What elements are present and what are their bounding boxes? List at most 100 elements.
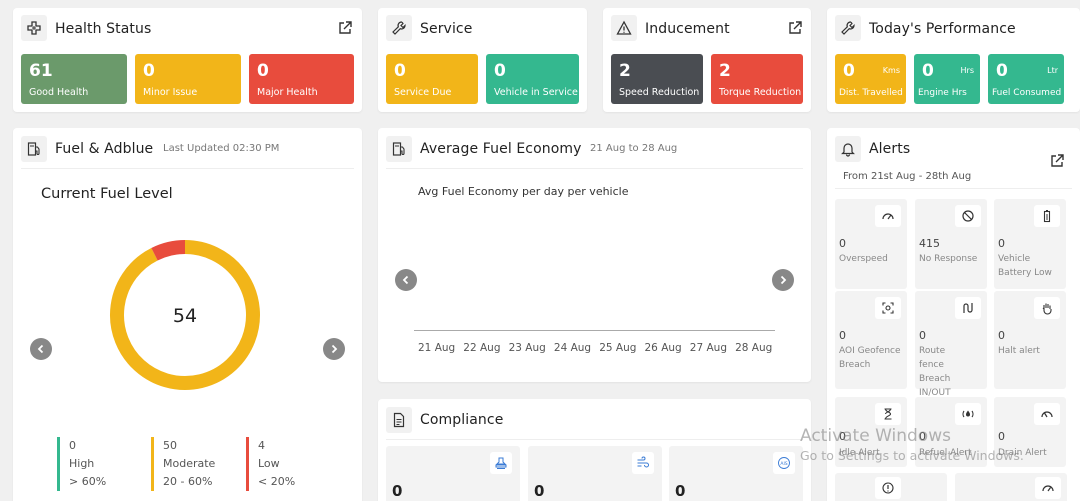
compliance-title: Compliance [420,412,504,428]
prev-arrow-button[interactable] [395,269,417,291]
performance-title: Today's Performance [869,21,1016,37]
torque-reduction-tile[interactable]: 2 Torque Reduction [711,54,803,104]
fuel-economy-title: Average Fuel Economy [420,141,582,157]
alert-aoi-geofence[interactable]: 0 AOI Geofence Breach [835,291,907,389]
prev-arrow-button[interactable] [30,338,52,360]
service-card: Service 0 Service Due 0 Vehicle in Servi… [378,8,587,112]
legend-low: 4 Low < 20% [246,437,295,491]
minor-issue-tile[interactable]: 0 Minor Issue [135,54,241,104]
fuel-economy-range: 21 Aug to 28 Aug [590,143,678,154]
document-icon [386,407,412,433]
service-due-tile[interactable]: 0 Service Due [386,54,478,104]
service-due-value: 0 [394,61,406,81]
fuel-consumed-label: Fuel Consumed [992,88,1062,98]
x-axis-tick-label: 28 Aug [735,342,773,354]
last-updated-text: Last Updated 02:30 PM [163,143,280,154]
fuel-consumed-tile[interactable]: 0 Ltr Fuel Consumed [988,54,1064,104]
health-status-card: Health Status 61 Good Health 0 Minor Iss… [13,8,362,112]
legend-high: 0 High > 60% [57,437,106,491]
x-axis-tick-label: 24 Aug [553,342,592,354]
major-health-label: Major Health [257,87,318,98]
torque-reduction-value: 2 [719,61,731,81]
wrench-icon [835,15,861,41]
donut-center-value: 54 [173,305,197,327]
distance-unit: Kms [882,66,900,75]
legend-moderate-count: 50 [163,439,177,452]
alert-halt[interactable]: 0 Halt alert [994,291,1066,389]
alert-battery-low[interactable]: 0 Vehicle Battery Low [994,199,1066,289]
emission-icon [632,452,654,474]
good-health-value: 61 [29,61,53,81]
engine-hours-tile[interactable]: 0 Hrs Engine Hrs [914,54,980,104]
next-arrow-button[interactable] [323,338,345,360]
vehicle-in-service-tile[interactable]: 0 Vehicle in Service [486,54,579,104]
alert-circle-icon [875,477,901,499]
alert-value: 415 [919,237,940,250]
speed-reduction-tile[interactable]: 2 Speed Reduction [611,54,703,104]
compliance-ais-value: 0 [675,482,686,500]
alert-label: Vehicle Battery Low [998,254,1052,278]
alerts-title: Alerts [869,141,911,157]
legend-high-count: 0 [69,439,76,452]
alert-tile-partial[interactable] [955,473,1067,501]
alert-label: Overspeed [839,254,888,264]
economy-chart-title: Avg Fuel Economy per day per vehicle [418,185,629,198]
legend-high-range: > 60% [69,475,107,488]
alert-tile-partial[interactable] [835,473,947,501]
bell-icon [835,136,861,162]
x-axis-tick-label: 25 Aug [599,342,637,354]
fuel-economy-card: Average Fuel Economy 21 Aug to 28 Aug Av… [378,128,811,382]
watermark-line-2: Go to Settings to activate Windows. [800,448,1024,463]
activate-windows-watermark: Activate Windows Go to Settings to activ… [800,426,1024,463]
distance-label: Dist. Travelled [839,88,903,98]
fuel-consumed-value: 0 [996,61,1008,81]
fuel-consumed-unit: Ltr [1047,66,1058,75]
service-due-label: Service Due [394,87,452,98]
compliance-card: Compliance 0 0 AIS 0 [378,399,811,501]
x-axis-tick-label: 22 Aug [463,342,501,354]
fuel-adblue-card: Fuel & Adblue Last Updated 02:30 PM Curr… [13,128,362,501]
compliance-stamp-value: 0 [392,482,403,500]
battery-icon [1034,205,1060,227]
hourglass-icon [875,403,901,425]
engine-hours-label: Engine Hrs [918,88,967,98]
speed-reduction-label: Speed Reduction [619,87,700,98]
distance-travelled-tile[interactable]: 0 Kms Dist. Travelled [835,54,906,104]
health-cross-icon [21,15,47,41]
inducement-title: Inducement [645,21,730,37]
compliance-tile-ais[interactable]: AIS 0 [669,446,803,501]
watermark-line-1: Activate Windows [800,426,951,446]
divider [386,168,803,169]
legend-low-count: 4 [258,439,265,452]
fuel-adblue-title: Fuel & Adblue [55,141,154,157]
external-link-icon[interactable] [787,20,803,36]
alert-route-fence[interactable]: 0 Route fence Breach IN/OUT [915,291,987,398]
external-link-icon[interactable] [1049,153,1065,169]
fuel-pump-icon [21,136,47,162]
alert-overspeed[interactable]: 0 Overspeed [835,199,907,289]
alert-no-response[interactable]: 415 No Response [915,199,987,289]
next-arrow-button[interactable] [772,269,794,291]
x-axis-tick-label: 26 Aug [644,342,682,354]
engine-hours-unit: Hrs [960,66,974,75]
health-status-title: Health Status [55,21,152,37]
major-health-tile[interactable]: 0 Major Health [249,54,354,104]
warning-icon [611,15,637,41]
alert-value: 0 [919,329,926,342]
legend-low-name: Low [258,457,280,470]
service-title: Service [420,21,473,37]
compliance-tile-emission[interactable]: 0 [528,446,662,501]
donut-slice-low[interactable] [151,240,186,261]
hand-icon [1034,297,1060,319]
refuel-icon [955,403,981,425]
alert-label: Route fence Breach IN/OUT [919,346,951,398]
legend-high-name: High [69,457,95,470]
divider [835,188,1072,189]
compliance-tile-stamp[interactable]: 0 [386,446,520,501]
external-link-icon[interactable] [337,20,353,36]
engine-hours-value: 0 [922,61,934,81]
wrench-icon [386,15,412,41]
alert-label: Halt alert [998,346,1040,356]
good-health-tile[interactable]: 61 Good Health [21,54,127,104]
minor-issue-label: Minor Issue [143,87,198,98]
